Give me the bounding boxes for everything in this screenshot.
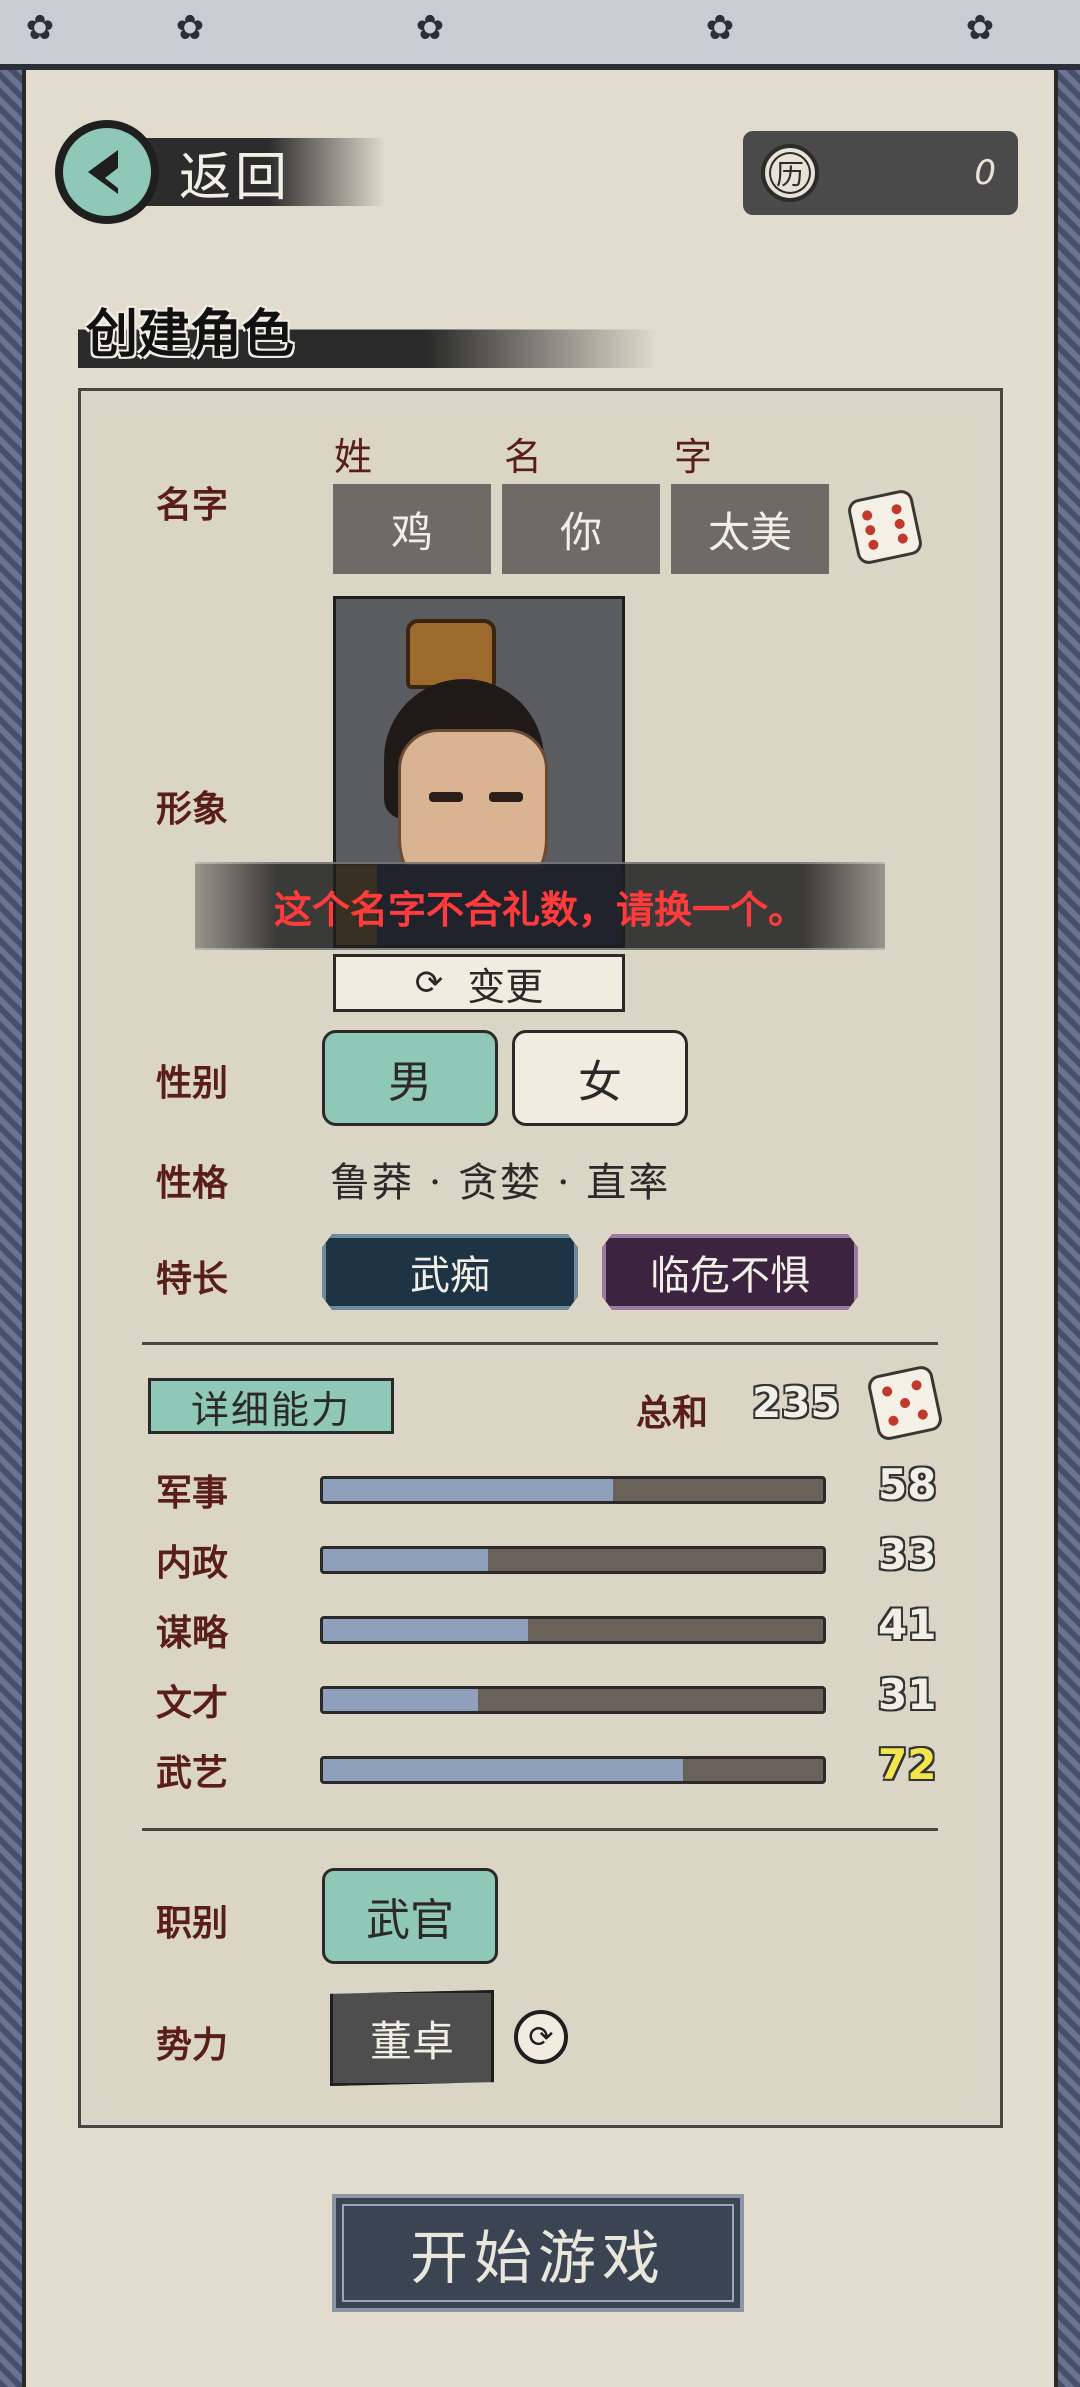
name-row-label: 名字: [156, 484, 229, 526]
top-decorative-band: ✿ ✿ ✿ ✿ ✿: [0, 0, 1080, 70]
warning-toast-text: 这个名字不合礼数，请换一个。: [273, 886, 806, 932]
name-dice-icon[interactable]: [845, 487, 925, 567]
frame-border-right: [1058, 70, 1080, 2387]
stat-value: 33: [878, 1530, 937, 1579]
given-name-label: 名: [504, 435, 543, 479]
divider: [142, 1828, 938, 1831]
hair-crown: [406, 619, 496, 689]
stat-label: 谋略: [156, 1612, 229, 1654]
faction-button[interactable]: 董卓: [330, 1990, 494, 2086]
stat-bar: [320, 1476, 826, 1504]
flower-ornament-icon: ✿: [175, 8, 205, 48]
courtesy-name-field[interactable]: 太美: [671, 484, 829, 574]
stat-value: 41: [878, 1600, 937, 1649]
stat-label: 内政: [156, 1542, 229, 1584]
stat-bar: [320, 1686, 826, 1714]
currency-display: 历 0: [743, 131, 1018, 215]
stat-row: 谋略 41: [0, 1598, 1080, 1658]
job-row-label: 职别: [156, 1902, 229, 1944]
stat-row: 文才 31: [0, 1668, 1080, 1728]
stat-bar-fill: [323, 1619, 528, 1641]
stat-row: 军事 58: [0, 1458, 1080, 1518]
gender-row-label: 性别: [156, 1062, 229, 1104]
stat-bar: [320, 1616, 826, 1644]
coin-icon: 历: [761, 144, 819, 202]
surname-field[interactable]: 鸡: [333, 484, 491, 574]
currency-value: 0: [974, 153, 996, 193]
total-label: 总和: [636, 1392, 709, 1434]
stat-row: 武艺 72: [0, 1738, 1080, 1798]
faction-refresh-icon[interactable]: ⟳: [514, 2010, 568, 2064]
stat-value: 58: [878, 1460, 937, 1509]
stat-bar: [320, 1756, 826, 1784]
courtesy-name-label: 字: [674, 435, 713, 479]
specialty-item[interactable]: 武痴: [322, 1234, 578, 1310]
back-arrow-icon[interactable]: [55, 120, 159, 224]
stat-bar-fill: [323, 1479, 613, 1501]
change-portrait-label: 变更: [467, 964, 544, 1009]
start-game-button[interactable]: 开始游戏: [332, 2194, 744, 2312]
flower-ornament-icon: ✿: [25, 8, 55, 48]
total-value: 235: [752, 1378, 840, 1427]
flower-ornament-icon: ✿: [705, 8, 735, 48]
stat-bar-fill: [323, 1549, 488, 1571]
faction-row-label: 势力: [156, 2024, 229, 2066]
flower-ornament-icon: ✿: [965, 8, 995, 48]
stat-bar: [320, 1546, 826, 1574]
divider: [142, 1342, 938, 1345]
page-title: 创建角色: [86, 304, 295, 365]
portrait-row-label: 形象: [156, 788, 229, 830]
stat-row: 内政 33: [0, 1528, 1080, 1588]
refresh-icon: ⟳: [414, 963, 444, 1003]
frame-border-left: [0, 70, 22, 2387]
stat-label: 武艺: [156, 1752, 229, 1794]
stat-bar-fill: [323, 1759, 683, 1781]
warning-toast: 这个名字不合礼数，请换一个。: [195, 862, 885, 950]
specialty-row-label: 特长: [156, 1258, 229, 1300]
detailed-abilities-tab[interactable]: 详细能力: [148, 1378, 394, 1434]
personality-row-label: 性格: [156, 1162, 229, 1204]
stat-value: 31: [878, 1670, 937, 1719]
gender-male-button[interactable]: 男: [322, 1030, 498, 1126]
job-button[interactable]: 武官: [322, 1868, 498, 1964]
ability-dice-icon[interactable]: [865, 1363, 945, 1443]
stat-value: 72: [878, 1740, 937, 1789]
surname-label: 姓: [334, 435, 373, 479]
flower-ornament-icon: ✿: [415, 8, 445, 48]
back-label[interactable]: 返回: [179, 135, 291, 210]
given-name-field[interactable]: 你: [502, 484, 660, 574]
personality-value: 鲁莽 · 贪婪 · 直率: [330, 1160, 671, 1206]
gender-female-button[interactable]: 女: [512, 1030, 688, 1126]
specialty-item[interactable]: 临危不惧: [602, 1234, 858, 1310]
stat-label: 军事: [156, 1472, 229, 1514]
change-portrait-button[interactable]: ⟳ 变更: [333, 954, 625, 1012]
stat-label: 文才: [156, 1682, 229, 1724]
stat-bar-fill: [323, 1689, 478, 1711]
back-button[interactable]: 返回: [55, 120, 385, 224]
